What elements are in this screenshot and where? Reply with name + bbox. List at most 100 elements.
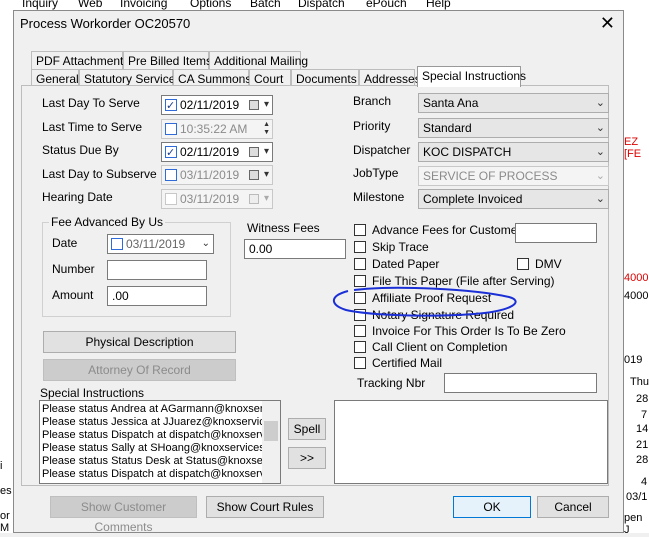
- last-day-to-subserve-value: 03/11/2019: [180, 168, 240, 182]
- hearing-date-checkbox: [165, 193, 177, 205]
- dmv-label: DMV: [535, 257, 562, 271]
- dated-paper-checkbox[interactable]: [354, 258, 366, 270]
- priority-value: Standard: [423, 121, 472, 135]
- last-day-to-subserve-field[interactable]: 03/11/2019 ▾: [161, 165, 273, 185]
- physical-description-button[interactable]: Physical Description: [43, 331, 236, 353]
- list-item[interactable]: Please status Sally at SHoang@knoxservic…: [40, 442, 280, 455]
- special-instructions-label: Special Instructions: [40, 386, 145, 400]
- show-court-rules-button[interactable]: Show Court Rules: [206, 496, 324, 518]
- dmv-checkbox[interactable]: [517, 258, 529, 270]
- background-text: 14: [636, 423, 649, 435]
- skip-trace-label: Skip Trace: [372, 240, 429, 254]
- chevron-down-icon[interactable]: ⌄: [596, 190, 605, 208]
- priority-label: Priority: [353, 119, 391, 133]
- last-day-to-subserve-checkbox[interactable]: [165, 169, 177, 181]
- list-item[interactable]: Please status Dispatch at dispatch@knoxs…: [40, 429, 280, 442]
- chevron-down-icon[interactable]: ▾: [264, 143, 269, 161]
- background-right-strip: EZ [FE 4000. 4000. 019 Thu 28 7 14 21 28…: [624, 10, 649, 536]
- menu-inquiry[interactable]: Inquiry: [22, 0, 58, 10]
- last-time-to-serve-value: 10:35:22 AM: [180, 122, 248, 136]
- spell-button[interactable]: Spell: [288, 418, 326, 440]
- last-time-to-serve-field[interactable]: 10:35:22 AM ▲ ▼: [161, 119, 273, 139]
- certified-mail-label: Certified Mail: [372, 356, 443, 370]
- list-item[interactable]: Please status Dispatch at dispatch@knoxs…: [40, 468, 280, 481]
- advance-fees-input[interactable]: [515, 223, 597, 243]
- dispatcher-label: Dispatcher: [353, 143, 411, 157]
- tab-pdf-attachments[interactable]: PDF Attachments: [31, 51, 129, 69]
- background-text: es: [0, 485, 12, 497]
- certified-mail-checkbox[interactable]: [354, 357, 366, 369]
- dialog-title: Process Workorder OC20570: [20, 16, 191, 31]
- menu-epouch[interactable]: ePouch: [366, 0, 407, 10]
- tab-additional-mailing[interactable]: Additional Mailing: [209, 51, 308, 69]
- last-day-to-subserve-label: Last Day to Subserve: [42, 167, 157, 181]
- tracking-nbr-input[interactable]: [444, 373, 597, 393]
- spinner-icon[interactable]: ▲ ▼: [263, 121, 270, 137]
- close-icon[interactable]: ✕: [600, 13, 615, 34]
- status-due-by-field[interactable]: 02/11/2019 ▾: [161, 142, 273, 162]
- background-text: Thu: [630, 376, 649, 388]
- fee-date-checkbox[interactable]: [111, 238, 123, 250]
- list-item[interactable]: Please status Status Desk at Status@knox…: [40, 455, 280, 468]
- menu-batch[interactable]: Batch: [250, 0, 281, 10]
- chevron-down-icon[interactable]: ▾: [264, 166, 269, 184]
- chevron-down-icon: ▾: [263, 193, 269, 204]
- fee-amount-input[interactable]: .00: [107, 286, 207, 306]
- skip-trace-checkbox[interactable]: [354, 241, 366, 253]
- show-customer-comments-button: Show Customer Comments: [50, 496, 197, 534]
- scrollbar-thumb[interactable]: [264, 421, 278, 441]
- move-right-button[interactable]: >>: [288, 447, 326, 469]
- milestone-select[interactable]: Complete Invoiced ⌄: [418, 189, 609, 209]
- witness-fees-input[interactable]: 0.00: [244, 239, 346, 259]
- fee-date-field[interactable]: 03/11/2019 ⌄: [107, 234, 214, 254]
- dispatcher-select[interactable]: KOC DISPATCH ⌄: [418, 142, 609, 162]
- fee-amount-label: Amount: [52, 288, 94, 302]
- last-day-to-serve-field[interactable]: 02/11/2019 ▾: [161, 95, 273, 115]
- jobtype-value: SERVICE OF PROCESS: [423, 169, 558, 183]
- menu-dispatch[interactable]: Dispatch: [298, 0, 345, 10]
- annotation-ellipse: [332, 286, 517, 317]
- branch-select[interactable]: Santa Ana ⌄: [418, 93, 609, 113]
- menu-help[interactable]: Help: [426, 0, 451, 10]
- ok-button[interactable]: OK: [453, 496, 531, 518]
- background-left-strip: i es or M: [0, 10, 13, 534]
- milestone-value: Complete Invoiced: [423, 192, 523, 206]
- last-day-to-serve-label: Last Day To Serve: [42, 96, 140, 110]
- chevron-down-icon: ⌄: [595, 170, 605, 182]
- background-menubar: Inquiry Web Invoicing Options Batch Disp…: [0, 0, 649, 10]
- tab-pre-billed-items[interactable]: Pre Billed Items: [123, 51, 212, 69]
- selected-instructions-box[interactable]: [334, 400, 608, 484]
- chevron-down-icon[interactable]: ⌄: [596, 143, 605, 161]
- invoice-zero-checkbox[interactable]: [354, 325, 366, 337]
- menu-invoicing[interactable]: Invoicing: [120, 0, 167, 10]
- background-text: 28: [636, 454, 649, 466]
- chevron-down-icon[interactable]: ⌄: [596, 94, 605, 112]
- chevron-down-icon[interactable]: ▾: [264, 96, 269, 114]
- cancel-button[interactable]: Cancel: [537, 496, 609, 518]
- background-text: 019: [624, 354, 643, 366]
- menu-options[interactable]: Options: [190, 0, 231, 10]
- list-scrollbar[interactable]: [262, 401, 280, 483]
- chevron-down-icon[interactable]: ⌄: [596, 119, 605, 137]
- last-time-to-serve-checkbox[interactable]: [165, 123, 177, 135]
- fee-number-input[interactable]: [107, 260, 207, 280]
- list-item[interactable]: Please status Jessica at JJuarez@knoxser…: [40, 416, 280, 429]
- last-time-to-serve-label: Last Time to Serve: [42, 120, 143, 134]
- background-text: i: [0, 460, 3, 472]
- calendar-icon: [249, 170, 259, 180]
- menu-web[interactable]: Web: [78, 0, 102, 10]
- call-client-checkbox[interactable]: [354, 341, 366, 353]
- status-due-by-label: Status Due By: [42, 143, 119, 157]
- last-day-to-serve-checkbox[interactable]: [165, 97, 177, 114]
- advance-fees-label: Advance Fees for Customer: [372, 223, 522, 237]
- dated-paper-label: Dated Paper: [372, 257, 440, 271]
- call-client-label: Call Client on Completion: [372, 340, 508, 354]
- jobtype-select: SERVICE OF PROCESS ⌄: [418, 166, 609, 186]
- status-due-by-checkbox[interactable]: [165, 144, 177, 161]
- priority-select[interactable]: Standard ⌄: [418, 118, 609, 138]
- list-item[interactable]: Please status Andrea at AGarmann@knoxser…: [40, 403, 280, 416]
- chevron-down-icon[interactable]: ⌄: [202, 235, 210, 253]
- advance-fees-checkbox[interactable]: [354, 224, 366, 236]
- special-instructions-list[interactable]: Please status Andrea at AGarmann@knoxser…: [39, 400, 281, 484]
- tab-special-instructions[interactable]: Special Instructions: [417, 66, 526, 87]
